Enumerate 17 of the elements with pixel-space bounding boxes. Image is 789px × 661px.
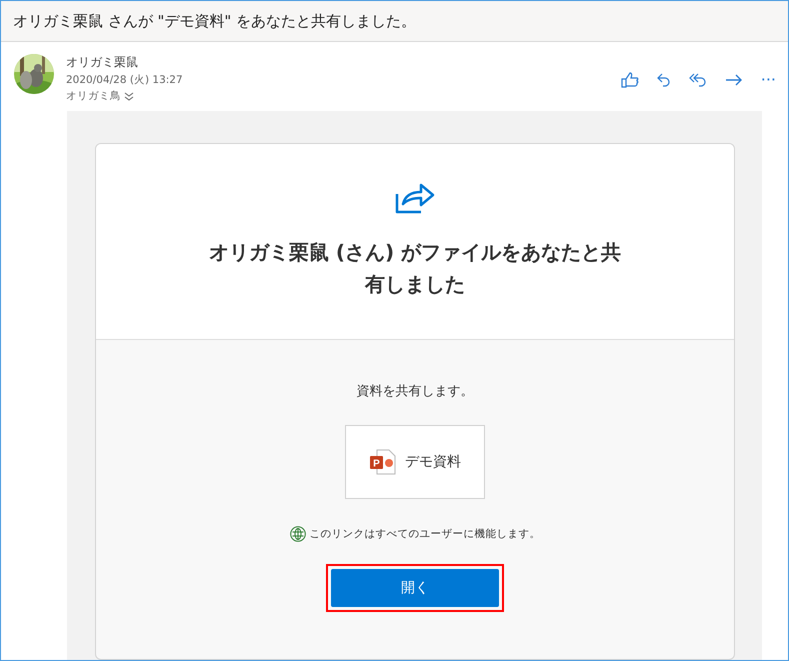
- more-button[interactable]: ···: [760, 70, 776, 89]
- expand-icon[interactable]: [124, 92, 134, 100]
- email-subject: オリガミ栗鼠 さんが "デモ資料" をあなたと共有しました。: [1, 1, 788, 42]
- recipient-name: オリガミ鳥: [66, 89, 121, 103]
- reply-button[interactable]: [656, 72, 671, 86]
- like-button[interactable]: [620, 72, 639, 88]
- open-button[interactable]: 開く: [331, 569, 499, 607]
- reply-all-button[interactable]: [688, 72, 707, 86]
- globe-icon: [290, 526, 306, 542]
- sent-date: 2020/04/28 (火) 13:27: [66, 73, 184, 87]
- share-heading: オリガミ栗鼠 (さん) がファイルをあなたと共有しました: [208, 239, 622, 298]
- forward-button[interactable]: [724, 72, 743, 86]
- link-info: このリンクはすべてのユーザーに機能します。: [310, 527, 540, 541]
- file-tile[interactable]: P デモ資料: [345, 425, 485, 499]
- file-name: デモ資料: [405, 453, 461, 471]
- share-message: 資料を共有します。: [356, 383, 474, 400]
- sender-name: オリガミ栗鼠: [66, 54, 139, 71]
